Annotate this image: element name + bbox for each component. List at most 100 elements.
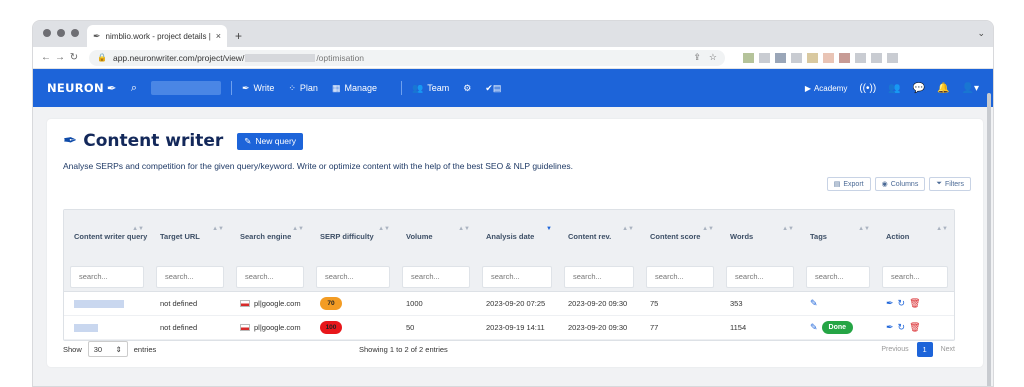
- feather-icon[interactable]: ✒: [886, 322, 894, 333]
- browser-tab[interactable]: ✒ nimblio.work - project details | ×: [87, 25, 227, 47]
- sort-icon: ▲▼: [782, 226, 794, 232]
- extension-icon[interactable]: [759, 52, 770, 63]
- page-size-select[interactable]: 30 ⇕: [87, 341, 128, 357]
- column-header-label: Target URL: [160, 231, 200, 241]
- chat-icon[interactable]: 💬: [913, 83, 925, 94]
- engine-filter-input[interactable]: [236, 265, 304, 288]
- column-header[interactable]: Volume ▲▼: [396, 210, 476, 262]
- target-url-cell: not defined: [160, 323, 198, 332]
- extension-icon[interactable]: [855, 52, 866, 63]
- status-badge[interactable]: Done: [821, 321, 854, 334]
- query-cell[interactable]: [64, 323, 150, 332]
- column-header[interactable]: Tags ▲▼: [800, 210, 876, 262]
- column-header[interactable]: Content score ▲▼: [640, 210, 720, 262]
- filter-cell: [640, 262, 720, 291]
- close-window-icon[interactable]: [43, 29, 51, 37]
- tags-filter-input[interactable]: [806, 265, 870, 288]
- nav-plan-label: Plan: [299, 83, 318, 93]
- project-selector[interactable]: [150, 81, 221, 95]
- score-filter-input[interactable]: [646, 265, 714, 288]
- engine-cell: pl|google.com: [230, 299, 310, 308]
- nav-team-label: Team: [427, 83, 450, 93]
- column-header[interactable]: Search engine ▲▼: [230, 210, 310, 262]
- feather-icon[interactable]: ✒: [886, 298, 894, 309]
- previous-page-button[interactable]: Previous: [881, 346, 908, 353]
- academy-link[interactable]: ▶ Academy: [805, 84, 848, 93]
- columns-button[interactable]: ◉ Columns: [874, 177, 926, 191]
- reload-icon[interactable]: ↻: [67, 52, 81, 63]
- gear-icon[interactable]: ⚙: [463, 83, 471, 94]
- url-input[interactable]: 🔒 app.neuronwriter.com/project/view/ /op…: [89, 49, 725, 66]
- page-scrollbar[interactable]: [987, 93, 991, 386]
- extension-icon[interactable]: [775, 52, 786, 63]
- forward-icon[interactable]: →: [53, 52, 67, 63]
- minimize-window-icon[interactable]: [57, 29, 65, 37]
- filters-button[interactable]: ⏷ Filters: [929, 177, 971, 191]
- team-icon: 👥: [411, 82, 424, 93]
- entries-label: entries: [133, 344, 157, 354]
- current-page-button[interactable]: 1: [916, 341, 933, 357]
- edit-tag-icon[interactable]: ✎: [810, 322, 818, 333]
- url-filter-input[interactable]: [156, 265, 224, 288]
- nav-team[interactable]: 👥 Team: [412, 83, 449, 94]
- share-icon[interactable]: ⇪: [693, 52, 701, 63]
- bookmark-star-icon[interactable]: ☆: [709, 52, 717, 63]
- user-menu-icon[interactable]: 👤▾: [962, 83, 979, 94]
- extension-icon[interactable]: [743, 52, 754, 63]
- query-cell[interactable]: [64, 299, 150, 308]
- column-header[interactable]: Target URL ▲▼: [150, 210, 230, 262]
- words-filter-input[interactable]: [726, 265, 794, 288]
- checklist-icon[interactable]: ✔▤: [485, 83, 501, 94]
- maximize-window-icon[interactable]: [71, 29, 79, 37]
- action-cell: ✒ ↻ 🗑: [876, 322, 954, 333]
- browser-window: ✒ nimblio.work - project details | × + ⌄…: [32, 20, 994, 387]
- trash-icon[interactable]: 🗑: [909, 322, 920, 333]
- refresh-icon[interactable]: ↻: [898, 322, 906, 333]
- query-redacted[interactable]: [74, 323, 98, 332]
- back-icon[interactable]: ←: [39, 52, 53, 63]
- extension-icon[interactable]: [839, 52, 850, 63]
- nav-manage[interactable]: ▦ Manage: [332, 83, 377, 94]
- broadcast-icon[interactable]: ((•)): [859, 83, 876, 94]
- nav-plan[interactable]: ⁘ Plan: [288, 83, 318, 94]
- new-tab-button[interactable]: +: [235, 29, 242, 43]
- export-button[interactable]: ▤ Export: [826, 177, 871, 191]
- column-header[interactable]: Words ▲▼: [720, 210, 800, 262]
- nav-write[interactable]: ✒ Write: [242, 83, 274, 94]
- column-header[interactable]: SERP difficulty ▲▼: [310, 210, 396, 262]
- export-label: Export: [843, 180, 864, 188]
- chevron-down-icon[interactable]: ⌄: [977, 28, 985, 39]
- bell-icon[interactable]: 🔔: [937, 83, 949, 94]
- score-cell: 77: [650, 323, 659, 332]
- users-icon[interactable]: 👥: [888, 83, 900, 94]
- sort-icon: ▲▼: [858, 226, 870, 232]
- edit-tag-icon[interactable]: ✎: [810, 298, 818, 309]
- table-row: not defined pl|google.com 100 50 2023-09…: [64, 316, 954, 340]
- next-page-button[interactable]: Next: [941, 346, 955, 353]
- search-icon[interactable]: ⌕: [131, 82, 137, 95]
- neuron-logo[interactable]: NEURON ✒: [47, 81, 117, 95]
- filters-label: Filters: [944, 180, 964, 188]
- profile-avatar[interactable]: [887, 52, 898, 63]
- action-filter-input[interactable]: [882, 265, 948, 288]
- trash-icon[interactable]: 🗑: [909, 298, 920, 309]
- volume-filter-input[interactable]: [402, 265, 470, 288]
- new-query-button[interactable]: ✎ New query: [237, 132, 304, 150]
- extension-icon[interactable]: [791, 52, 802, 63]
- close-tab-icon[interactable]: ×: [216, 31, 221, 41]
- page-size-value: 30: [93, 344, 103, 354]
- extension-icon[interactable]: [823, 52, 834, 63]
- date-filter-input[interactable]: [482, 265, 552, 288]
- query-filter-input[interactable]: [70, 265, 144, 288]
- column-header[interactable]: Analysis date ▼: [476, 210, 558, 262]
- refresh-icon[interactable]: ↻: [898, 298, 906, 309]
- column-header[interactable]: Content writer query ▲▼: [64, 210, 150, 262]
- rev-filter-input[interactable]: [564, 265, 634, 288]
- difficulty-filter-input[interactable]: [316, 265, 390, 288]
- content-rev-cell: 2023-09-20 09:30: [568, 299, 628, 308]
- column-header[interactable]: Action ▲▼: [876, 210, 954, 262]
- query-redacted[interactable]: [74, 299, 124, 308]
- extension-icon[interactable]: [807, 52, 818, 63]
- column-header[interactable]: Content rev. ▲▼: [558, 210, 640, 262]
- extension-icon[interactable]: [871, 52, 882, 63]
